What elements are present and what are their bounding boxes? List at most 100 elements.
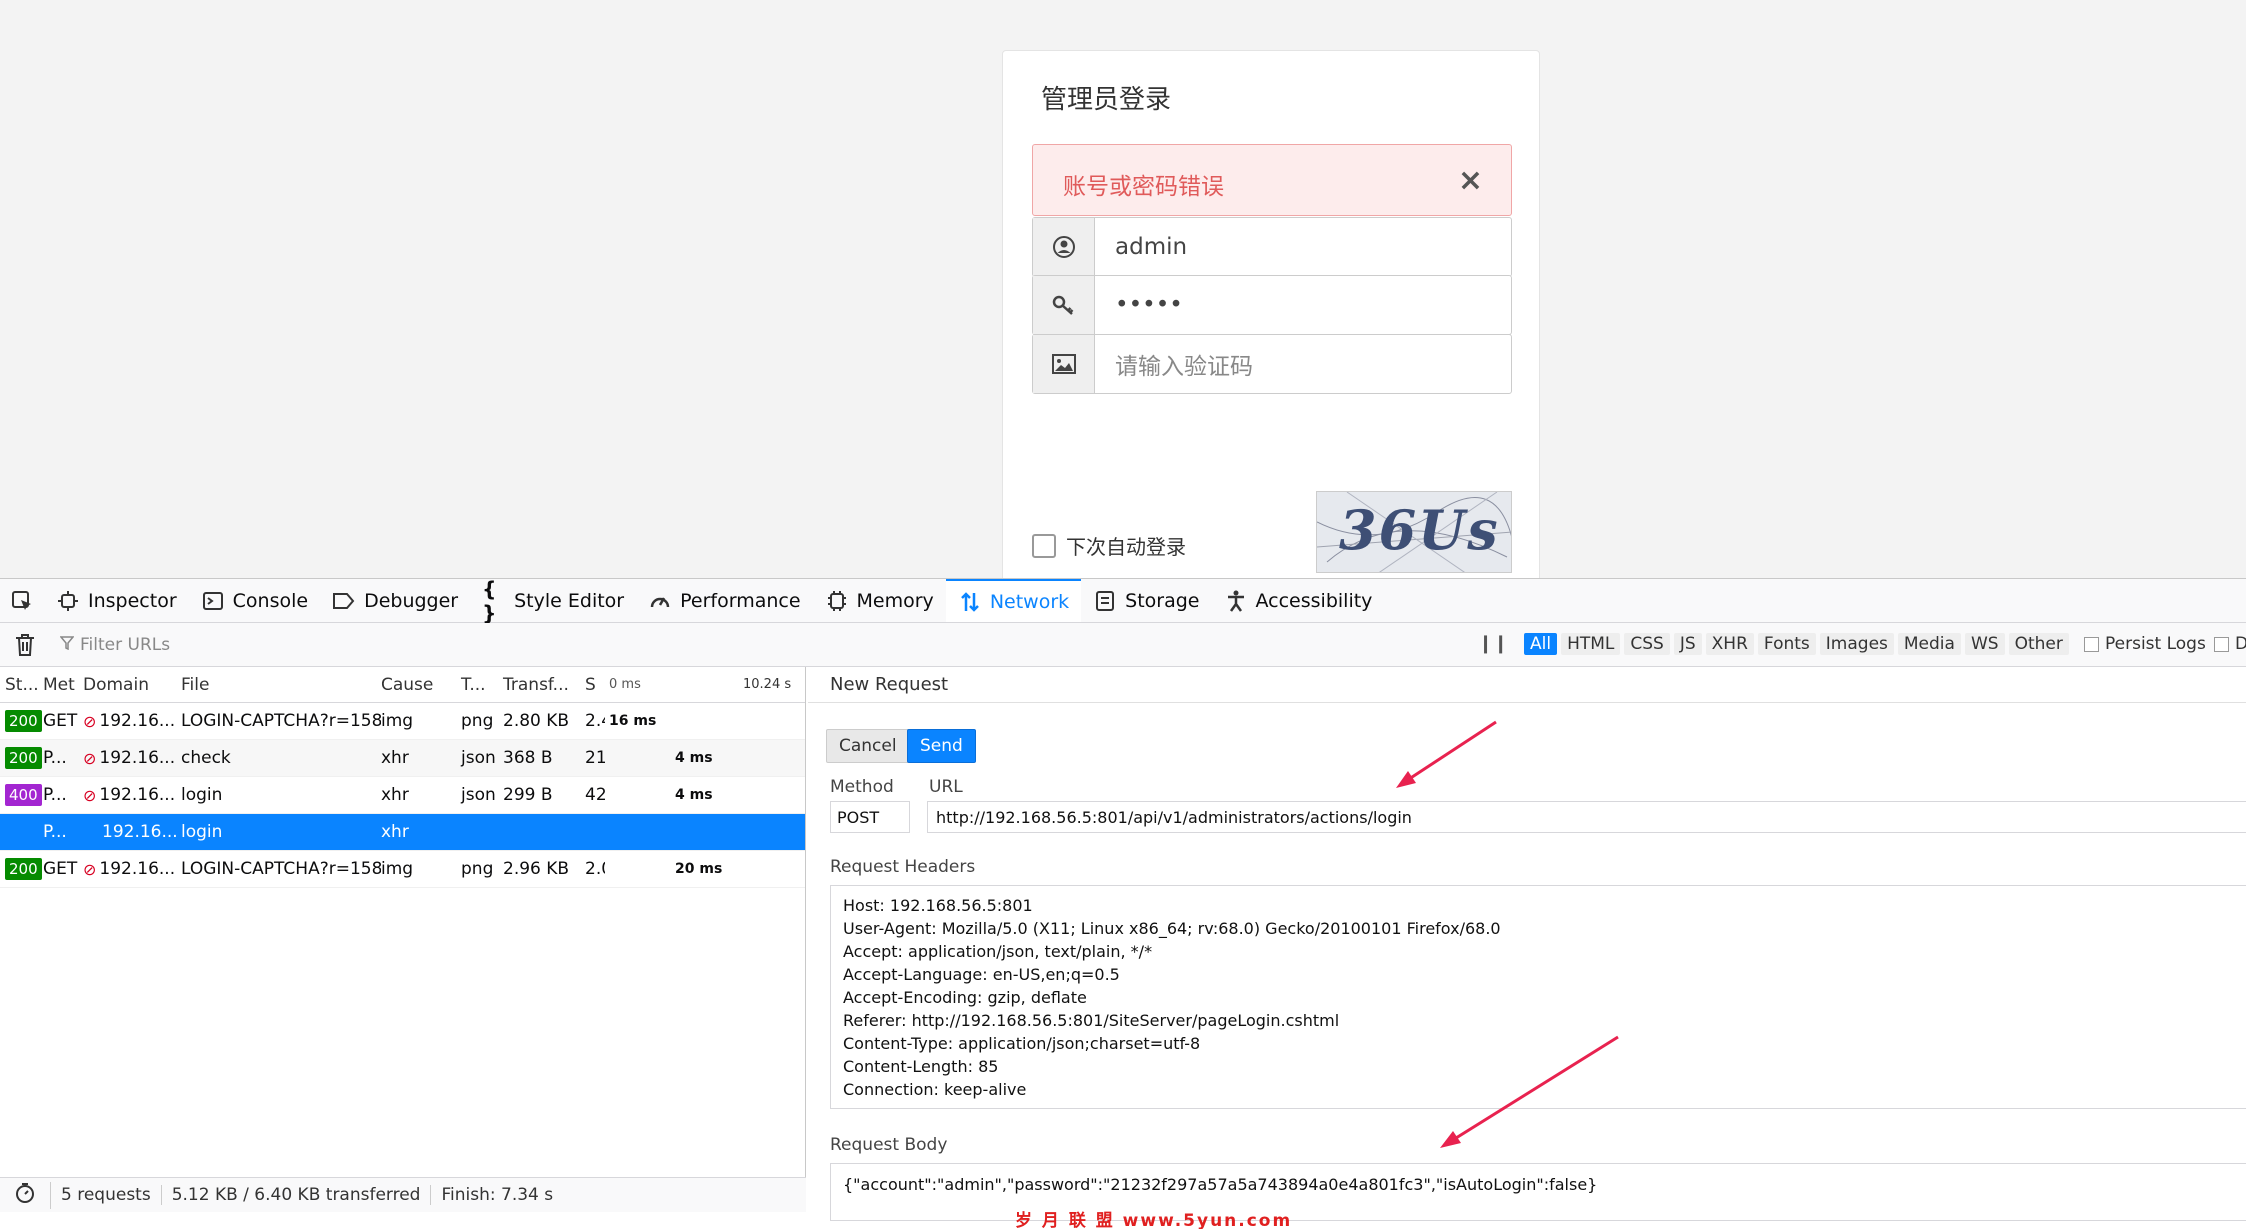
tab-style-editor[interactable]: { } Style Editor [470,576,636,625]
tab-memory-label: Memory [856,589,934,612]
cell-status: 200 [0,747,43,769]
error-message: 账号或密码错误 [1063,174,1224,200]
username-input[interactable]: admin [1095,218,1511,276]
cell-size: 2.4 [585,711,605,731]
pause-icon[interactable]: ❙❙ [1478,633,1508,654]
tab-storage-label: Storage [1125,589,1200,612]
type-filter-other[interactable]: Other [2008,633,2069,655]
method-input[interactable]: POST [830,801,910,833]
tab-memory[interactable]: Memory [813,579,946,622]
column-size[interactable]: S [585,675,605,695]
column-status[interactable]: St... [0,675,43,695]
column-type[interactable]: T... [461,675,503,695]
request-list-header: St... Met Domain File Cause T... Transf.… [0,667,805,703]
filter-urls-input[interactable]: Filter URLs [59,635,171,655]
remember-checkbox[interactable] [1032,533,1056,558]
column-file[interactable]: File [181,675,381,695]
table-row[interactable]: 200 GET ⊘ 192.16... LOGIN-CAPTCHA?r=158..… [0,851,805,888]
type-filter-group: All HTML CSS JS XHR Fonts Images Media WS Other [1524,633,2069,655]
picker-icon [10,589,34,613]
type-filter-ws[interactable]: WS [1964,633,2005,655]
login-title: 管理员登录 [1041,85,1172,115]
type-filter-all[interactable]: All [1524,633,1558,655]
tab-console-label: Console [232,589,309,612]
table-row[interactable]: P... 192.16... login xhr [0,814,805,851]
tab-performance[interactable]: Performance [636,579,812,622]
table-row[interactable]: 400 P... ⊘ 192.16... login xhr json 299 B… [0,777,805,814]
type-filter-media[interactable]: Media [1897,633,1961,655]
cell-type: json [461,748,496,768]
domain-text: 192.16... [99,785,176,805]
tab-network-label: Network [989,590,1070,613]
cell-status: 200 [0,858,43,880]
remember-me[interactable]: 下次自动登录 [1032,531,1186,560]
column-transferred[interactable]: Transf... [503,675,585,695]
type-filter-js[interactable]: JS [1673,633,1702,655]
style-editor-icon: { } [482,576,497,625]
cell-method: P... [43,748,67,768]
table-row[interactable]: 200 P... ⊘ 192.16... check xhr json 368 B… [0,740,805,777]
tab-performance-label: Performance [680,589,801,612]
request-body-label: Request Body [830,1135,948,1155]
waterfall-start-label: 0 ms [609,677,641,692]
image-icon [1033,335,1095,393]
cell-domain: ⊘ 192.16... [83,748,181,768]
captcha-image[interactable]: 36Us [1316,491,1512,573]
disable-cache-checkbox[interactable] [2214,636,2229,652]
element-picker-button[interactable] [0,579,44,622]
summary-finish: Finish: 7.34 s [441,1185,554,1205]
url-label: URL [929,777,963,797]
type-filter-images[interactable]: Images [1819,633,1894,655]
tab-inspector-label: Inspector [88,589,177,612]
tab-debugger[interactable]: Debugger [320,579,470,622]
network-toolbar: Filter URLs ❙❙ All HTML CSS JS XHR Fonts Image… [0,623,2246,667]
captcha-input[interactable]: 请输入验证码 [1095,335,1511,393]
cell-method: GET [43,859,78,879]
no-cache-icon: ⊘ [83,785,97,805]
url-input[interactable]: http://192.168.56.5:801/api/v1/administr… [927,801,2246,833]
waterfall-end-label: 10.24 s [743,677,792,692]
column-method[interactable]: Met [43,675,83,695]
cell-transferred: 2.80 KB [503,711,570,731]
method-label: Method [830,777,894,797]
error-alert: 账号或密码错误 × [1032,144,1512,216]
tab-inspector[interactable]: Inspector [44,579,189,622]
no-cache-icon: ⊘ [83,748,97,768]
persist-logs-checkbox[interactable] [2084,636,2099,652]
captcha-field[interactable]: 请输入验证码 [1032,334,1512,394]
tab-console[interactable]: Console [189,579,320,622]
password-input[interactable]: ••••• [1095,276,1511,334]
cell-cause: img [381,859,414,879]
timer-icon[interactable] [0,1181,51,1209]
cell-size: 2.0 [585,859,605,879]
domain-text: 192.16... [99,711,176,731]
timing-label: 4 ms [675,787,713,803]
send-button[interactable]: Send [907,729,976,763]
watermark: 岁 月 联 盟 www.5yun.com [1015,1211,1293,1229]
table-row[interactable]: 200 GET ⊘ 192.16... LOGIN-CAPTCHA?r=158..… [0,703,805,740]
password-field[interactable]: ••••• [1032,275,1512,335]
type-filter-xhr[interactable]: XHR [1705,633,1754,655]
cell-transferred: 2.96 KB [503,859,570,879]
trash-icon[interactable] [14,633,36,657]
status-badge: 200 [5,747,42,769]
type-filter-fonts[interactable]: Fonts [1757,633,1816,655]
cancel-button[interactable]: Cancel [826,729,910,763]
close-icon[interactable]: × [1458,163,1483,198]
disable-cache-option[interactable]: D [2214,634,2246,654]
storage-icon [1093,589,1117,613]
column-cause[interactable]: Cause [381,675,461,695]
filter-placeholder: Filter URLs [80,635,171,655]
persist-logs-option[interactable]: Persist Logs [2084,634,2206,654]
column-waterfall[interactable]: 0 ms 10.24 s [605,667,805,702]
column-domain[interactable]: Domain [83,675,181,695]
type-filter-css[interactable]: CSS [1624,633,1670,655]
username-field[interactable]: admin [1032,217,1512,277]
login-card: 管理员登录 账号或密码错误 × admin ••••• 请输入验证码 下次自动登… [1002,50,1540,578]
tab-storage[interactable]: Storage [1081,579,1211,622]
cell-type: png [461,859,494,879]
type-filter-html[interactable]: HTML [1561,633,1621,655]
request-headers-textarea[interactable]: Host: 192.168.56.5:801 User-Agent: Mozil… [830,885,2246,1109]
tab-accessibility[interactable]: Accessibility [1212,579,1385,622]
tab-network[interactable]: Network [945,579,1082,622]
